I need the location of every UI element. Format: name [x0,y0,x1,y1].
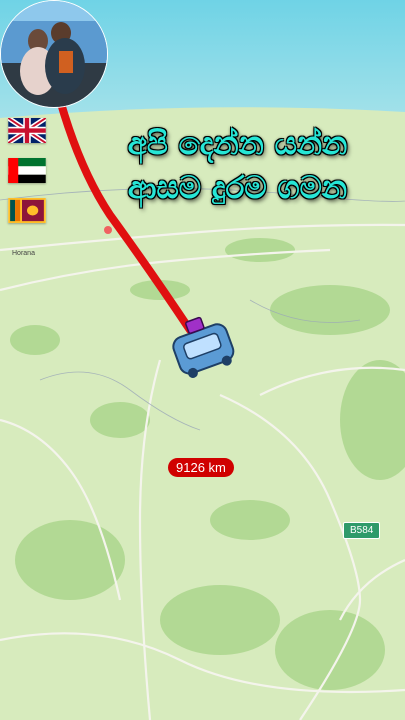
sri-lanka-flag-icon [8,198,46,223]
map-canvas[interactable] [0,0,405,720]
title-line-2: ආසම දුරම ගමන [127,170,348,206]
route-marker [104,226,112,234]
place-label: Horana [12,250,35,257]
distance-badge: 9126 km [168,458,234,477]
avatar [0,0,108,108]
road-label: B584 [343,522,381,539]
title-line-1: අපි දෙන්න යන්න [127,126,348,162]
couple-photo-icon [1,1,107,107]
uae-flag-icon [8,158,46,183]
uk-flag-icon [6,115,48,146]
